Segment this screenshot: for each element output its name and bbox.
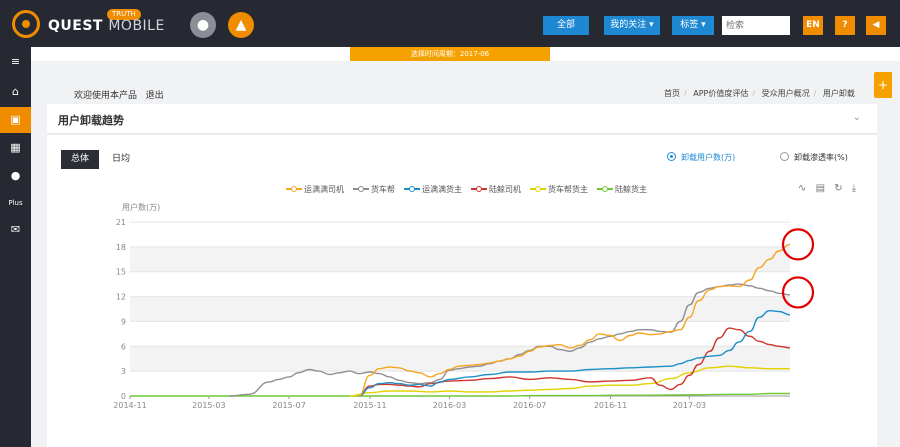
brand-sub: MOBILE <box>108 18 165 34</box>
breadcrumb-audience[interactable]: 受众用户概况 <box>762 89 810 98</box>
x-tick-label: 2016-03 <box>433 401 466 410</box>
brand-logo[interactable]: TRUTH QUEST MOBILE <box>10 8 164 40</box>
logout-link[interactable]: 退出 <box>146 91 164 101</box>
x-tick-label: 2016-07 <box>513 401 546 410</box>
card-title: 用户卸载趋势 <box>58 114 124 127</box>
x-tick-label: 2015-07 <box>272 401 305 410</box>
annotation-circle <box>781 276 815 309</box>
y-tick-label: 6 <box>121 342 126 351</box>
breadcrumb: 首页 / APP价值度评估 / 受众用户概况 / 用户卸载 <box>664 89 855 98</box>
language-button[interactable]: EN <box>803 16 823 35</box>
radio-uninstall-rate[interactable]: 卸载渗透率(%) <box>780 152 848 163</box>
radio-checked-icon <box>667 152 676 161</box>
legend-marker-icon <box>471 185 487 193</box>
y-tick-label: 0 <box>121 392 126 401</box>
android-icon[interactable]: ▲ <box>228 12 254 38</box>
legend-item[interactable]: 货车帮 <box>353 184 395 195</box>
legend-item[interactable]: 货车帮货主 <box>530 184 588 195</box>
radio-uninstall-users[interactable]: 卸载用户数(万) <box>667 152 735 163</box>
legend-label: 陆鲸货主 <box>615 185 647 194</box>
top-bar: TRUTH QUEST MOBILE ● ▲ 全部 我的关注 ▾ 标签 ▾ EN… <box>0 0 900 47</box>
search-input[interactable] <box>722 16 790 35</box>
user-icon[interactable]: ● <box>0 163 31 189</box>
briefcase-icon[interactable]: ▣ <box>0 107 31 133</box>
y-tick-label: 18 <box>116 243 126 252</box>
welcome-bar: 欢迎使用本产品 退出 <box>74 88 164 101</box>
y-axis-label: 用户数(万) <box>122 202 160 212</box>
tab-total[interactable]: 总体 <box>61 150 99 169</box>
y-tick-label: 12 <box>116 293 126 302</box>
period-selector[interactable]: 选择时间周期：2017-06 <box>350 47 550 61</box>
legend-marker-icon <box>530 185 546 193</box>
logo-ring-icon <box>12 10 40 38</box>
all-button[interactable]: 全部 <box>543 16 589 35</box>
legend-label: 货车帮 <box>371 185 395 194</box>
chart-toolbox: ∿ ▤ ↻ ⤓ <box>798 183 862 194</box>
grid-band <box>130 296 790 322</box>
legend-label: 运满满司机 <box>304 185 344 194</box>
legend-item[interactable]: 陆鲸司机 <box>471 184 521 195</box>
floating-add-button[interactable]: + <box>874 72 892 98</box>
y-tick-label: 3 <box>121 367 126 376</box>
sidebar: ≡ ⌂ ▣ ▦ ● Plus ✉ <box>0 47 31 447</box>
legend-item[interactable]: 运满满司机 <box>286 184 344 195</box>
chart-legend: 运满满司机 货车帮 运满满货主 陆鲸司机 货车帮货主 陆鲸货主 <box>286 184 656 196</box>
brand-name: QUEST MOBILE <box>48 18 165 34</box>
x-tick-label: 2015-11 <box>353 401 386 410</box>
grid-icon[interactable]: ▦ <box>0 135 31 161</box>
radio-unchecked-icon <box>780 152 789 161</box>
uninstall-trend-chart: 0 3 6 9 12 15 18 21 用户数(万) 2014-11 2015-03 2015-07 2… <box>113 202 815 410</box>
apple-icon[interactable]: ● <box>190 12 216 38</box>
legend-marker-icon <box>404 185 420 193</box>
tag-dropdown[interactable]: 标签 ▾ <box>672 16 714 35</box>
bar-chart-icon[interactable]: ▤ <box>816 183 825 194</box>
x-tick-label: 2016-11 <box>594 401 627 410</box>
download-icon[interactable]: ⤓ <box>852 183 856 194</box>
legend-item[interactable]: 陆鲸货主 <box>597 184 647 195</box>
refresh-icon[interactable]: ↻ <box>834 183 842 194</box>
x-tick-label: 2017-03 <box>673 401 706 410</box>
y-tick-label: 9 <box>121 317 126 326</box>
help-button[interactable]: ? <box>835 16 855 35</box>
my-follow-dropdown[interactable]: 我的关注 ▾ <box>604 16 660 35</box>
breadcrumb-app-value[interactable]: APP价值度评估 <box>693 89 748 98</box>
tab-daily[interactable]: 日均 <box>112 150 130 169</box>
y-tick-label: 21 <box>116 218 126 227</box>
grid-band <box>130 246 790 272</box>
radio-rate-label: 卸载渗透率(%) <box>794 153 848 162</box>
line-chart-icon[interactable]: ∿ <box>798 183 806 194</box>
legend-item[interactable]: 运满满货主 <box>404 184 462 195</box>
menu-icon[interactable]: ≡ <box>0 49 31 75</box>
home-icon[interactable]: ⌂ <box>0 79 31 105</box>
grid-band <box>130 346 790 372</box>
legend-label: 货车帮货主 <box>548 185 588 194</box>
chevron-down-icon[interactable]: ⌄ <box>853 112 861 123</box>
mail-icon[interactable]: ✉ <box>0 217 31 243</box>
legend-label: 运满满货主 <box>422 185 462 194</box>
brand-main: QUEST <box>48 18 103 34</box>
welcome-text: 欢迎使用本产品 <box>74 91 138 101</box>
legend-marker-icon <box>353 185 369 193</box>
radio-users-label: 卸载用户数(万) <box>681 153 736 162</box>
sound-button[interactable]: ◀ <box>866 16 886 35</box>
x-tick-label: 2015-03 <box>192 401 225 410</box>
x-tick-label: 2014-11 <box>113 401 146 410</box>
y-tick-label: 15 <box>116 268 126 277</box>
legend-marker-icon <box>286 185 302 193</box>
legend-marker-icon <box>597 185 613 193</box>
sidebar-item-plus[interactable]: Plus <box>0 190 31 216</box>
breadcrumb-home[interactable]: 首页 <box>664 89 680 98</box>
legend-label: 陆鲸司机 <box>489 185 521 194</box>
card-header: 用户卸载趋势 ⌄ <box>47 104 877 134</box>
breadcrumb-current: 用户卸载 <box>822 89 855 98</box>
